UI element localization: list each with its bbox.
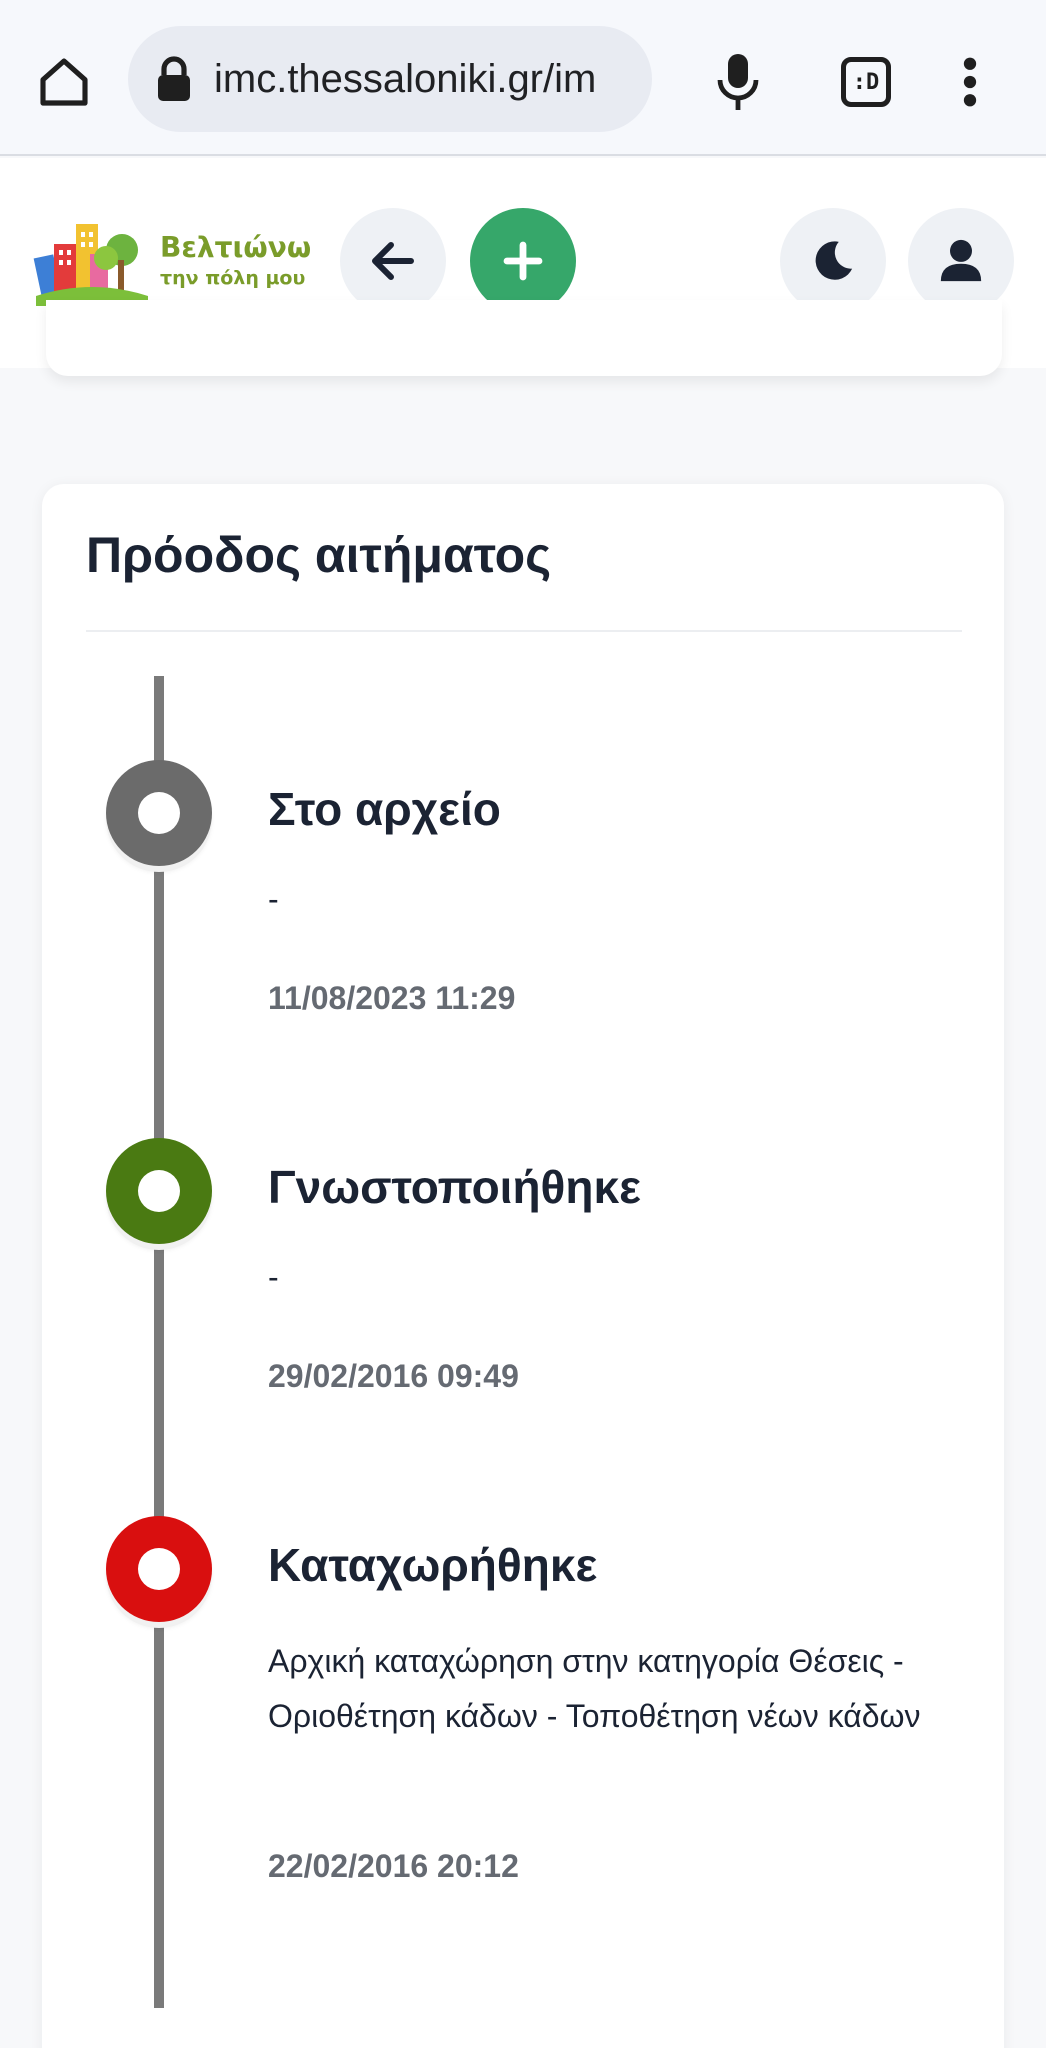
- status-dot: [106, 760, 212, 866]
- card-title: Πρόοδος αιτήματος: [86, 527, 552, 583]
- home-icon: [40, 58, 88, 106]
- lock-icon: [158, 56, 190, 101]
- add-request-button[interactable]: [470, 208, 576, 314]
- previous-card-edge: [46, 300, 1002, 376]
- step-date: 29/02/2016 09:49: [268, 1358, 519, 1394]
- voice-search-button[interactable]: [700, 44, 776, 120]
- user-icon: [940, 239, 982, 282]
- more-vert-icon: [963, 57, 977, 107]
- back-button[interactable]: [340, 208, 446, 314]
- status-dot: [106, 1138, 212, 1244]
- step-description: Αρχική καταχώρηση στην κατηγορία Θέσεις …: [268, 1643, 921, 1734]
- tab-switcher-icon: :D: [841, 57, 891, 107]
- step-description: -: [268, 881, 279, 917]
- step-title: Καταχωρήθηκε: [268, 1539, 598, 1591]
- timeline-line: [154, 676, 164, 2008]
- city-logo-icon: [33, 224, 148, 306]
- logo-title: Βελτιώνω: [160, 231, 312, 264]
- step-title: Γνωστοποιήθηκε: [268, 1161, 641, 1213]
- home-button[interactable]: [28, 46, 100, 118]
- browser-toolbar: imc.thessaloniki.gr/im :D: [0, 0, 1046, 156]
- plus-icon: [503, 241, 543, 281]
- logo-subtitle: την πόλη μου: [160, 267, 306, 289]
- step-date: 11/08/2023 11:29: [268, 980, 516, 1016]
- dark-mode-toggle[interactable]: [780, 208, 886, 314]
- logo[interactable]: Βελτιώνω την πόλη μου: [32, 214, 311, 314]
- status-dot: [106, 1516, 212, 1622]
- step-title: Στο αρχείο: [268, 783, 501, 835]
- logo-text: Βελτιώνω την πόλη μου: [160, 232, 311, 290]
- user-profile-button[interactable]: [908, 208, 1014, 314]
- step-date: 22/02/2016 20:12: [268, 1848, 519, 1884]
- step-description: -: [268, 1259, 279, 1295]
- moon-icon: [815, 241, 853, 280]
- back-arrow-icon: [372, 242, 414, 280]
- browser-menu-button[interactable]: [940, 44, 1000, 120]
- divider: [86, 630, 962, 632]
- address-bar[interactable]: imc.thessaloniki.gr/im: [128, 26, 652, 132]
- url-text: imc.thessaloniki.gr/im: [214, 56, 597, 101]
- tab-switcher-button[interactable]: :D: [828, 44, 904, 120]
- request-progress-card: Πρόοδος αιτήματος Στο αρχείο - 11/08/202…: [42, 484, 1004, 2048]
- microphone-icon: [717, 54, 759, 110]
